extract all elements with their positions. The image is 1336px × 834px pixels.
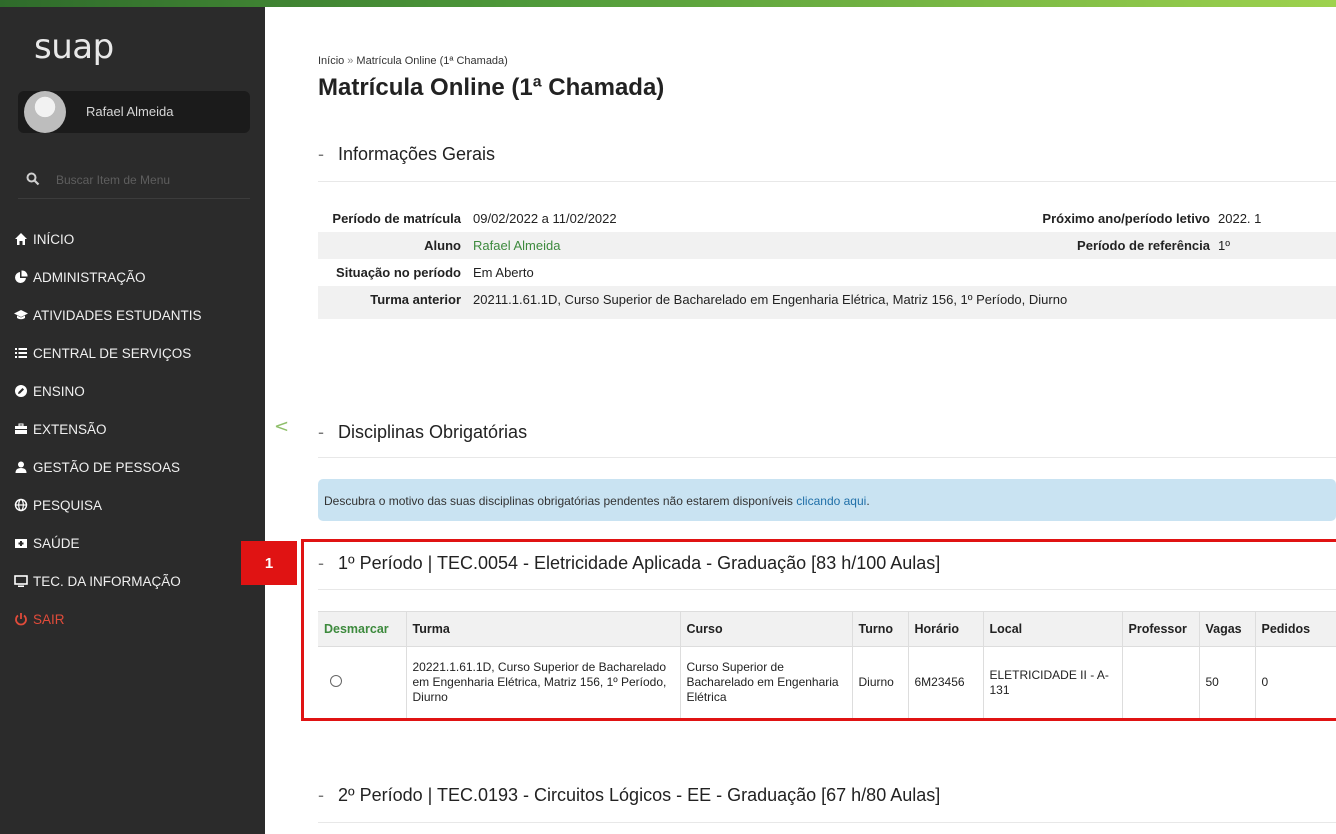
info-value: 1º [1218, 238, 1230, 253]
info-label: Próximo ano/período letivo [1042, 211, 1210, 226]
briefcase-icon [15, 423, 27, 434]
info-table: Período de matrícula 09/02/2022 a 11/02/… [318, 205, 1336, 319]
sidebar-item-label: SAÚDE [33, 535, 80, 551]
breadcrumb-home-link[interactable]: Início [318, 55, 344, 67]
info-value: 09/02/2022 a 11/02/2022 [473, 211, 617, 226]
page-title: Matrícula Online (1ª Chamada) [318, 74, 665, 101]
sidebar-item-label: EXTENSÃO [33, 421, 107, 437]
sidebar-item-pesquisa[interactable]: PESQUISA [14, 486, 254, 524]
list-icon [15, 348, 27, 358]
section-disciplinas-obrigatorias[interactable]: - Disciplinas Obrigatórias [318, 422, 1336, 443]
sidebar-item-tec-da-informacao[interactable]: TEC. DA INFORMAÇÃO [14, 562, 254, 600]
section-heading: 2º Período | TEC.0193 - Circuitos Lógico… [338, 785, 941, 805]
info-label: Período de referência [1077, 238, 1210, 253]
sidebar-item-ensino[interactable]: ENSINO [14, 372, 254, 410]
info-value: 20211.1.61.1D, Curso Superior de Bachare… [473, 292, 1068, 307]
sidebar-item-extensao[interactable]: EXTENSÃO [14, 410, 254, 448]
graduation-cap-icon [14, 310, 28, 320]
medical-kit-icon [15, 539, 27, 548]
sidebar: suap Rafael Almeida Buscar Item de Menu … [0, 7, 265, 834]
home-icon [15, 233, 27, 245]
alert-text-end: . [866, 494, 870, 508]
sidebar-item-central-de-servicos[interactable]: CENTRAL DE SERVIÇOS [14, 334, 254, 372]
info-row: Turma anterior 20211.1.61.1D, Curso Supe… [318, 286, 1336, 319]
search-icon [26, 172, 40, 186]
breadcrumb-separator: » [347, 55, 354, 67]
pie-chart-icon [15, 270, 28, 283]
info-label: Turma anterior [370, 292, 461, 307]
info-row: Situação no período Em Aberto [318, 259, 1336, 286]
student-name-link[interactable]: Rafael Almeida [473, 238, 560, 253]
section-heading: Informações Gerais [338, 144, 496, 164]
section-informacoes-gerais[interactable]: - Informações Gerais [318, 144, 1336, 165]
alert-link[interactable]: clicando aqui [796, 494, 866, 508]
sidebar-item-label: SAIR [33, 611, 65, 627]
user-profile[interactable]: Rafael Almeida [18, 91, 250, 133]
sidebar-item-administracao[interactable]: ADMINISTRAÇÃO [14, 258, 254, 296]
sidebar-item-label: GESTÃO DE PESSOAS [33, 459, 181, 475]
section-disciplina-tec0193[interactable]: -2º Período | TEC.0193 - Circuitos Lógic… [318, 785, 1336, 806]
sidebar-item-label: PESQUISA [33, 497, 103, 513]
sidebar-item-label: TEC. DA INFORMAÇÃO [33, 573, 181, 589]
app-logo[interactable]: suap [34, 27, 114, 67]
section-divider [318, 181, 1336, 182]
info-alert: Descubra o motivo das suas disciplinas o… [318, 479, 1336, 521]
section-divider [318, 822, 1336, 823]
alert-text: Descubra o motivo das suas disciplinas o… [324, 494, 797, 508]
sidebar-item-label: INÍCIO [33, 231, 75, 247]
collapse-dash-icon: - [318, 422, 324, 442]
info-label: Situação no período [336, 265, 461, 280]
callout-number-badge: 1 [241, 541, 297, 585]
globe-icon [14, 498, 28, 512]
power-icon [15, 613, 27, 626]
section-divider [318, 457, 1336, 458]
collapse-dash-icon: - [318, 785, 324, 805]
callout-highlight-box [301, 539, 1336, 721]
info-row: Aluno Rafael Almeida Período de referênc… [318, 232, 1336, 259]
sidebar-item-gestao-de-pessoas[interactable]: GESTÃO DE PESSOAS [14, 448, 254, 486]
sidebar-item-sair[interactable]: SAIR [14, 600, 254, 638]
search-input[interactable]: Buscar Item de Menu [56, 173, 170, 187]
user-name: Rafael Almeida [86, 104, 174, 119]
avatar [24, 91, 66, 133]
sidebar-item-label: CENTRAL DE SERVIÇOS [33, 345, 192, 361]
sidebar-menu: INÍCIO ADMINISTRAÇÃO ATIVIDADES ESTUDANT… [14, 220, 254, 638]
info-value: Em Aberto [473, 265, 534, 280]
pencil-icon [15, 385, 27, 397]
section-heading: Disciplinas Obrigatórias [338, 422, 528, 442]
menu-search[interactable]: Buscar Item de Menu [18, 169, 250, 199]
info-value: 2022. 1 [1218, 211, 1262, 226]
sidebar-item-saude[interactable]: SAÚDE [14, 524, 254, 562]
sidebar-item-label: ADMINISTRAÇÃO [33, 269, 146, 285]
sidebar-item-label: ENSINO [33, 383, 85, 399]
breadcrumb: Início» Matrícula Online (1ª Chamada) [318, 55, 508, 67]
info-row: Período de matrícula 09/02/2022 a 11/02/… [318, 205, 1336, 232]
sidebar-collapse-toggle[interactable]: < [274, 416, 289, 437]
breadcrumb-current: Matrícula Online (1ª Chamada) [356, 55, 508, 67]
sidebar-item-label: ATIVIDADES ESTUDANTIS [33, 307, 202, 323]
user-icon [15, 461, 27, 473]
info-label: Aluno [424, 238, 461, 253]
monitor-icon [14, 575, 28, 587]
sidebar-item-inicio[interactable]: INÍCIO [14, 220, 254, 258]
info-label: Período de matrícula [332, 211, 461, 226]
sidebar-item-atividades-estudantis[interactable]: ATIVIDADES ESTUDANTIS [14, 296, 254, 334]
collapse-dash-icon: - [318, 144, 324, 164]
